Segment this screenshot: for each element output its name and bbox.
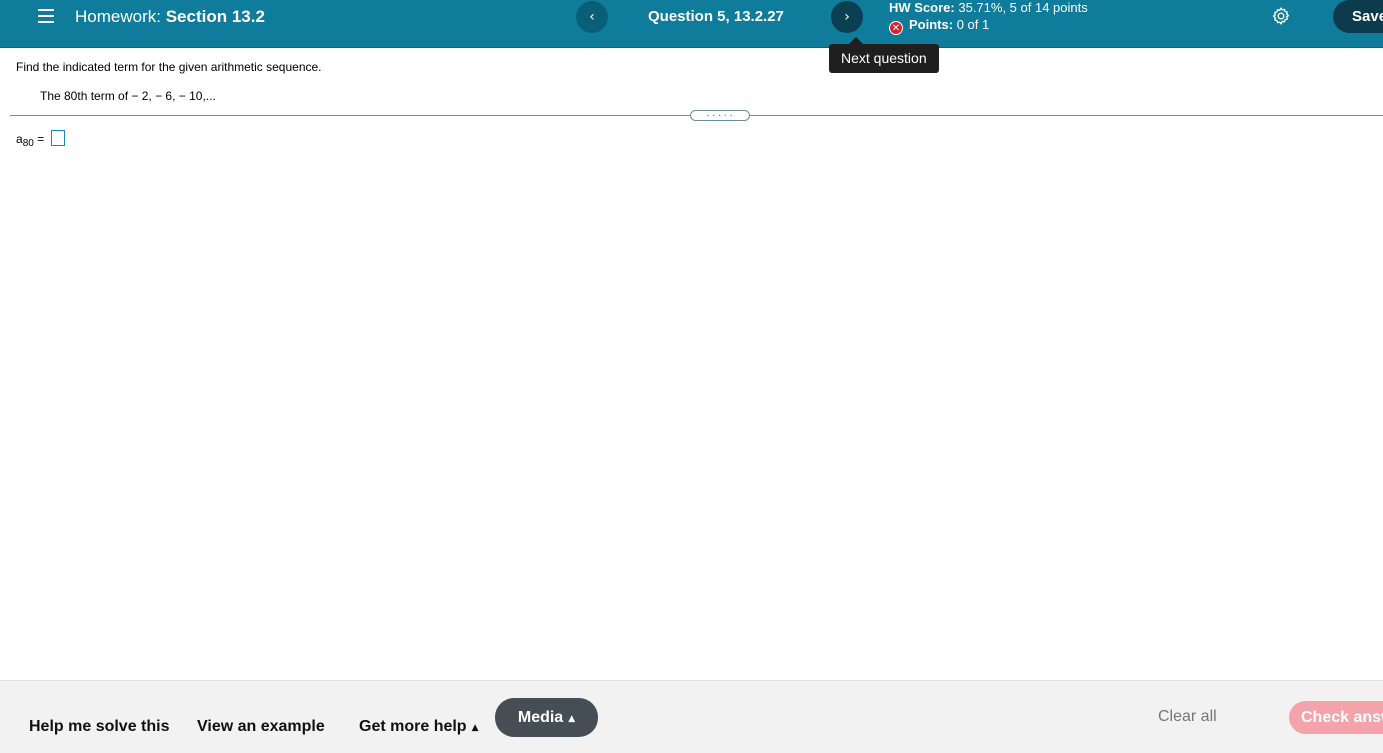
x-circle-icon: ✕: [889, 21, 903, 35]
media-button[interactable]: Media ▲: [495, 698, 598, 737]
points-label: Points:: [909, 17, 954, 32]
sequence-terms: − 2, − 6, − 10,...: [131, 89, 216, 103]
get-more-help-label: Get more help: [359, 718, 467, 735]
answer-input[interactable]: [51, 130, 65, 146]
next-question-button[interactable]: ›: [831, 1, 863, 33]
get-more-help-button[interactable]: Get more help ▲: [359, 718, 479, 736]
media-label: Media: [517, 709, 564, 726]
hw-score-label: HW Score:: [889, 0, 955, 15]
clear-all-button[interactable]: Clear all: [1158, 708, 1217, 726]
footer-toolbar: Help me solve this View an example Get m…: [0, 680, 1383, 753]
question-prompt: The 80th term of − 2, − 6, − 10,...: [40, 89, 216, 103]
prompt-prefix: The 80th term of: [40, 89, 129, 103]
caret-up-icon: ▲: [568, 714, 576, 724]
view-example-button[interactable]: View an example: [197, 718, 325, 736]
caret-up-icon: ▲: [471, 723, 479, 733]
answer-label: a80 =: [16, 132, 44, 149]
section-name: Section 13.2: [165, 7, 265, 26]
divider-handle[interactable]: .....: [690, 110, 750, 121]
points-status: ✕ Points: 0 of 1: [889, 17, 989, 35]
question-label: Question 5, 13.2.27: [648, 8, 784, 25]
hw-score-value: 35.71%, 5 of 14 points: [958, 0, 1088, 15]
help-me-solve-button[interactable]: Help me solve this: [29, 718, 170, 736]
next-question-tooltip: Next question: [829, 37, 939, 73]
answer-equals: =: [37, 132, 45, 146]
question-instruction: Find the indicated term for the given ar…: [16, 60, 322, 74]
answer-subscript: 80: [22, 138, 34, 149]
hw-score: HW Score: 35.71%, 5 of 14 points: [889, 0, 1088, 15]
answer-variable: a: [16, 132, 23, 146]
check-answer-button[interactable]: Check answer: [1289, 701, 1383, 734]
homework-prefix: Homework:: [75, 7, 161, 26]
save-button[interactable]: Save: [1333, 0, 1383, 33]
previous-question-button[interactable]: ‹: [576, 1, 608, 33]
hamburger-icon[interactable]: [38, 9, 54, 23]
gear-icon[interactable]: [1271, 6, 1291, 26]
homework-title: Homework: Section 13.2: [75, 7, 265, 27]
top-bar: Homework: Section 13.2 ‹ Question 5, 13.…: [0, 0, 1383, 48]
points-value: 0 of 1: [956, 17, 990, 32]
